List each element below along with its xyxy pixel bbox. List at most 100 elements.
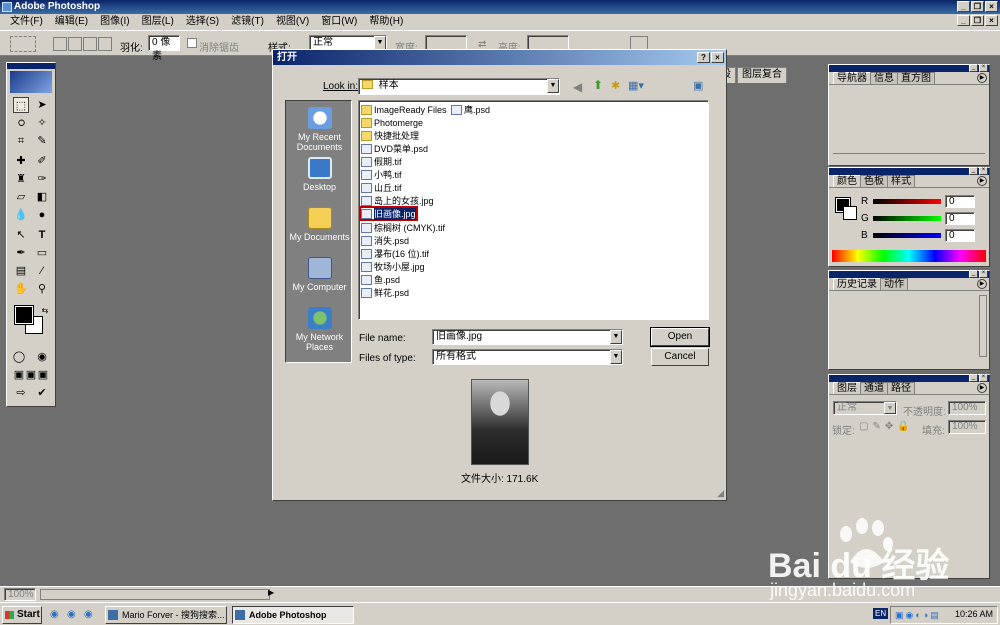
- move-tool-icon[interactable]: ➤: [34, 97, 50, 113]
- menu-edit[interactable]: 编辑(E): [49, 14, 94, 30]
- zoom-field[interactable]: 100%: [4, 588, 36, 601]
- panel-close-button[interactable]: ×: [979, 270, 988, 278]
- list-item[interactable]: 棕榈树 (CMYK).tif: [361, 221, 445, 234]
- look-in-select[interactable]: 样本 ▼: [358, 78, 560, 95]
- gradient-tool-icon[interactable]: ◧: [34, 189, 50, 205]
- add-selection-icon[interactable]: [68, 37, 82, 51]
- dialog-close-button[interactable]: ×: [711, 52, 724, 63]
- taskbar-item-browser[interactable]: Mario Forver - 搜狗搜索...: [105, 606, 227, 624]
- place-desktop[interactable]: Desktop: [286, 157, 353, 192]
- tab-history[interactable]: 历史记录: [833, 278, 881, 290]
- menu-select[interactable]: 选择(S): [180, 14, 225, 30]
- place-network[interactable]: My Network Places: [286, 307, 353, 352]
- file-name-input[interactable]: 旧画像.jpg ▼: [432, 329, 623, 345]
- tab-channels[interactable]: 通道: [860, 382, 888, 394]
- quick-mask-icon[interactable]: ◉: [34, 349, 50, 365]
- menu-image[interactable]: 图像(I): [94, 14, 135, 30]
- history-brush-icon[interactable]: ✑: [34, 171, 50, 187]
- menu-file[interactable]: 文件(F): [4, 14, 49, 30]
- navigator-zoom-slider[interactable]: [833, 153, 985, 161]
- file-type-select[interactable]: 所有格式 ▼: [432, 349, 623, 365]
- foreground-color-swatch[interactable]: [15, 306, 33, 324]
- tab-color[interactable]: 颜色: [833, 175, 861, 187]
- panel-minimize-button[interactable]: _: [969, 270, 978, 278]
- cancel-button[interactable]: Cancel: [651, 348, 709, 366]
- marquee-tool-icon[interactable]: ⬚: [13, 97, 29, 113]
- panel-menu-icon[interactable]: ▶: [977, 279, 987, 289]
- back-icon[interactable]: ◀: [573, 80, 582, 94]
- screen-mode-full-icon[interactable]: ▣: [35, 367, 51, 383]
- jump-to-imageready-icon[interactable]: ⇨: [13, 385, 29, 401]
- close-button[interactable]: ×: [985, 1, 998, 12]
- up-folder-icon[interactable]: ⬆: [593, 78, 603, 92]
- fill-input[interactable]: 100%: [948, 420, 986, 434]
- list-item[interactable]: 快捷批处理: [361, 129, 419, 142]
- menu-window[interactable]: 窗口(W): [315, 14, 363, 30]
- panel-minimize-button[interactable]: _: [969, 374, 978, 382]
- channel-g-slider[interactable]: [873, 216, 941, 221]
- list-item[interactable]: 牧场小屋.jpg: [361, 260, 425, 273]
- panel-minimize-button[interactable]: _: [969, 64, 978, 72]
- tab-layers[interactable]: 图层: [833, 382, 861, 394]
- start-button[interactable]: Start: [2, 606, 42, 624]
- place-my-computer[interactable]: My Computer: [286, 257, 353, 292]
- doc-minimize-button[interactable]: _: [957, 15, 970, 26]
- hand-tool-icon[interactable]: ✋: [13, 281, 29, 297]
- place-recent-documents[interactable]: My Recent Documents: [286, 107, 353, 152]
- file-browser-icon[interactable]: ▣: [693, 79, 703, 92]
- desktop-shortcut-icon[interactable]: ◉: [67, 609, 76, 620]
- resize-grip-icon[interactable]: ◢: [717, 488, 724, 499]
- doc-restore-button[interactable]: ❐: [971, 15, 984, 26]
- feather-input[interactable]: 0 像素: [148, 35, 180, 62]
- place-my-documents[interactable]: My Documents: [286, 207, 353, 242]
- ie-icon[interactable]: ◉: [50, 609, 59, 620]
- channel-g-input[interactable]: 0: [945, 212, 975, 225]
- restore-button[interactable]: ❐: [971, 1, 984, 12]
- language-indicator[interactable]: EN: [873, 608, 889, 619]
- panel-menu-icon[interactable]: ▶: [977, 73, 987, 83]
- channel-b-slider[interactable]: [873, 233, 941, 238]
- list-item[interactable]: 山丘.tif: [361, 181, 402, 194]
- swap-colors-icon[interactable]: ⇆: [37, 303, 53, 319]
- healing-brush-icon[interactable]: ✚: [13, 153, 29, 169]
- eyedropper-icon[interactable]: ⁄: [34, 263, 50, 279]
- media-player-icon[interactable]: ◉: [84, 609, 93, 620]
- help-button[interactable]: ?: [697, 52, 710, 63]
- menu-filter[interactable]: 滤镜(T): [225, 14, 270, 30]
- imageready-icon[interactable]: ✔: [34, 385, 50, 401]
- notes-tool-icon[interactable]: ▤: [13, 263, 29, 279]
- menu-help[interactable]: 帮助(H): [363, 14, 409, 30]
- minimize-button[interactable]: _: [957, 1, 970, 12]
- panel-minimize-button[interactable]: _: [969, 167, 978, 175]
- panel-close-button[interactable]: ×: [979, 167, 988, 175]
- tab-navigator[interactable]: 导航器: [833, 72, 871, 84]
- pen-tool-icon[interactable]: ✒: [13, 245, 29, 261]
- list-item[interactable]: 鹰.psd: [451, 103, 490, 116]
- path-selection-icon[interactable]: ↖: [13, 227, 29, 243]
- list-item[interactable]: 瀑布(16 位).tif: [361, 247, 429, 260]
- open-button[interactable]: Open: [651, 328, 709, 346]
- magic-wand-icon[interactable]: ✧: [34, 115, 50, 131]
- channel-b-input[interactable]: 0: [945, 229, 975, 242]
- intersect-selection-icon[interactable]: [98, 37, 112, 51]
- list-item[interactable]: 假期.tif: [361, 155, 402, 168]
- lasso-tool-icon[interactable]: ഠ: [13, 115, 29, 131]
- channel-r-input[interactable]: 0: [945, 195, 975, 208]
- list-item[interactable]: ImageReady Files: [361, 103, 447, 116]
- view-menu-icon[interactable]: ▦▾: [628, 79, 644, 92]
- dodge-tool-icon[interactable]: ●: [34, 207, 50, 223]
- tab-swatches[interactable]: 色板: [860, 175, 888, 187]
- tray-icons[interactable]: ▣◉◐◑▤: [895, 610, 941, 621]
- color-bg-swatch[interactable]: [843, 206, 857, 220]
- slice-tool-icon[interactable]: ✎: [34, 133, 50, 149]
- panel-close-button[interactable]: ×: [979, 64, 988, 72]
- list-item[interactable]: 鱼.psd: [361, 273, 400, 286]
- blur-tool-icon[interactable]: 💧: [13, 207, 29, 223]
- tab-paths[interactable]: 路径: [887, 382, 915, 394]
- panel-menu-icon[interactable]: ▶: [977, 383, 987, 393]
- list-item[interactable]: DVD菜单.psd: [361, 142, 428, 155]
- tab-actions[interactable]: 动作: [880, 278, 908, 290]
- list-item[interactable]: 鲜花.psd: [361, 286, 409, 299]
- tab-info[interactable]: 信息: [870, 72, 898, 84]
- crop-tool-icon[interactable]: ⌗: [13, 133, 29, 149]
